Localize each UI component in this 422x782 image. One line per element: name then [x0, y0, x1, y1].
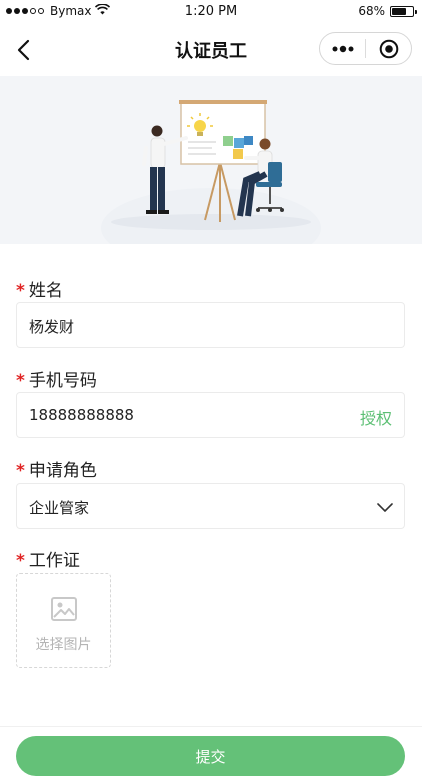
status-bar: Bymax 1:20 PM 68% — [0, 0, 422, 24]
required-mark: * — [16, 551, 25, 571]
image-icon — [51, 597, 77, 621]
nav-bar: 认证员工 — [0, 24, 422, 76]
banner — [0, 76, 422, 244]
battery-icon — [390, 5, 417, 17]
chevron-left-icon — [17, 39, 30, 61]
phone-label: * 手机号码 — [16, 366, 97, 391]
mini-program-capsule — [319, 32, 412, 65]
role-label-text: 申请角色 — [28, 461, 97, 481]
status-right: 68% — [358, 4, 417, 18]
required-mark: * — [16, 461, 25, 481]
target-circle-icon — [379, 39, 398, 58]
required-mark: * — [16, 371, 25, 391]
work-permit-label-text: 工作证 — [28, 551, 80, 571]
close-miniprogram-button[interactable] — [366, 33, 411, 64]
phone-label-text: 手机号码 — [28, 371, 97, 391]
phone-value: 18888888888 — [29, 406, 134, 424]
back-button[interactable] — [8, 34, 40, 66]
name-label-text: 姓名 — [28, 281, 63, 301]
more-button[interactable] — [320, 33, 365, 64]
authorize-phone-button[interactable]: 授权 — [360, 405, 392, 429]
name-label: * 姓名 — [16, 276, 63, 301]
battery-percent: 68% — [358, 4, 385, 18]
team-meeting-illustration — [101, 100, 321, 244]
bottom-bar: 提交 — [0, 726, 422, 782]
name-value: 杨发财 — [29, 318, 75, 336]
work-permit-upload[interactable]: 选择图片 — [16, 573, 111, 668]
phone-input[interactable]: 18888888888 授权 — [16, 392, 405, 438]
work-permit-label: * 工作证 — [16, 546, 80, 571]
role-select[interactable]: 企业管家 — [16, 483, 405, 529]
upload-text: 选择图片 — [35, 637, 92, 653]
name-input[interactable]: 杨发财 — [16, 302, 405, 348]
chevron-down-icon — [377, 503, 393, 512]
role-value: 企业管家 — [29, 499, 90, 517]
required-mark: * — [16, 281, 25, 301]
submit-button[interactable]: 提交 — [16, 736, 405, 776]
employee-auth-form: * 姓名 杨发财 * 手机号码 18888888888 授权 * 申请角色 企业管家 … — [0, 244, 422, 730]
more-dots-icon — [332, 45, 353, 52]
role-label: * 申请角色 — [16, 456, 97, 481]
